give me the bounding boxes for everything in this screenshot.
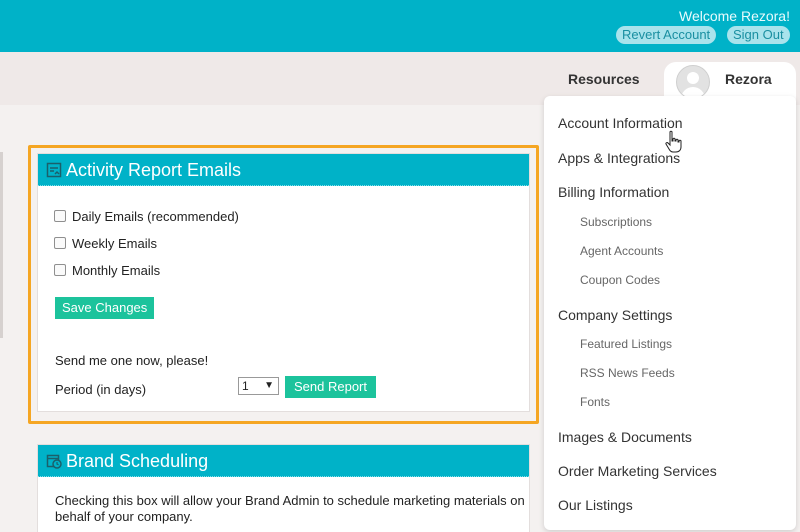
menu-item-billing-information[interactable]: Billing Information bbox=[558, 184, 669, 200]
save-changes-button[interactable]: Save Changes bbox=[55, 297, 155, 319]
activity-report-panel: Activity Report Emails Daily Emails (rec… bbox=[37, 153, 530, 412]
send-now-text: Send me one now, please! bbox=[55, 353, 209, 368]
menu-item-rss-news-feeds[interactable]: RSS News Feeds bbox=[580, 366, 675, 380]
welcome-text: Welcome Rezora! bbox=[678, 8, 790, 24]
brand-scheduling-panel: Brand Scheduling Checking this box will … bbox=[37, 444, 530, 532]
period-select[interactable]: 1 ▼ bbox=[238, 377, 279, 395]
avatar bbox=[676, 65, 710, 99]
nav-username: Rezora bbox=[725, 71, 772, 87]
calendar-clock-icon bbox=[46, 454, 62, 469]
revert-account-button[interactable]: Revert Account bbox=[616, 26, 717, 44]
monthly-emails-option[interactable]: Monthly Emails bbox=[54, 263, 160, 278]
sign-out-button[interactable]: Sign Out bbox=[727, 26, 790, 44]
left-panel-edge bbox=[0, 152, 3, 338]
menu-item-order-marketing-services[interactable]: Order Marketing Services bbox=[558, 463, 717, 479]
send-report-button[interactable]: Send Report bbox=[285, 376, 376, 398]
menu-item-account-information[interactable]: Account Information bbox=[558, 115, 683, 131]
menu-item-apps-integrations[interactable]: Apps & Integrations bbox=[558, 150, 680, 166]
daily-emails-option[interactable]: Daily Emails (recommended) bbox=[54, 209, 239, 224]
menu-item-subscriptions[interactable]: Subscriptions bbox=[580, 215, 652, 229]
menu-item-agent-accounts[interactable]: Agent Accounts bbox=[580, 244, 663, 258]
period-label: Period (in days) bbox=[55, 382, 147, 397]
activity-panel-header: Activity Report Emails bbox=[38, 154, 529, 186]
weekly-emails-checkbox[interactable] bbox=[54, 237, 66, 249]
hand-cursor-icon bbox=[665, 130, 682, 153]
menu-item-our-listings[interactable]: Our Listings bbox=[558, 497, 633, 513]
daily-emails-checkbox[interactable] bbox=[54, 210, 66, 222]
menu-item-images-documents[interactable]: Images & Documents bbox=[558, 429, 692, 445]
daily-emails-label: Daily Emails (recommended) bbox=[72, 209, 239, 224]
menu-item-fonts[interactable]: Fonts bbox=[580, 395, 610, 409]
menu-item-company-settings[interactable]: Company Settings bbox=[558, 307, 672, 323]
brand-description: Checking this box will allow your Brand … bbox=[55, 493, 525, 524]
activity-panel-title: Activity Report Emails bbox=[66, 160, 242, 180]
monthly-emails-label: Monthly Emails bbox=[72, 263, 161, 278]
period-value: 1 bbox=[242, 379, 249, 393]
menu-item-coupon-codes[interactable]: Coupon Codes bbox=[580, 273, 660, 287]
report-icon bbox=[46, 162, 62, 178]
brand-panel-title: Brand Scheduling bbox=[66, 451, 209, 471]
weekly-emails-label: Weekly Emails bbox=[72, 236, 158, 251]
brand-panel-header: Brand Scheduling bbox=[38, 445, 529, 477]
chevron-down-icon: ▼ bbox=[264, 380, 274, 391]
menu-item-featured-listings[interactable]: Featured Listings bbox=[580, 337, 672, 351]
weekly-emails-option[interactable]: Weekly Emails bbox=[54, 236, 157, 251]
account-dropdown-menu: Account Information Apps & Integrations … bbox=[544, 96, 796, 530]
nav-resources[interactable]: Resources bbox=[568, 71, 640, 87]
monthly-emails-checkbox[interactable] bbox=[54, 264, 66, 276]
